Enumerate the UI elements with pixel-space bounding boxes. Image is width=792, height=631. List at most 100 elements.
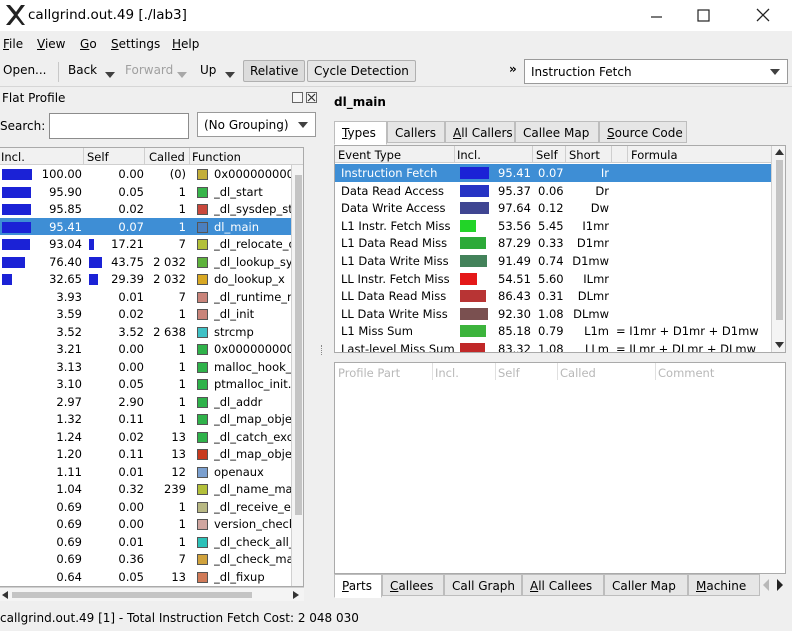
table-row[interactable]: L1 Instr. Fetch Miss 53.56 5.45 I1mr [335, 217, 771, 235]
tab-callers[interactable]: Callers [387, 121, 445, 143]
col-called[interactable]: Called [560, 366, 596, 380]
table-row[interactable]: 0.69 0.00 1 _dl_receive_error [0, 498, 303, 516]
close-button[interactable] [740, 3, 786, 29]
table-row[interactable]: 95.90 0.05 1 _dl_start [0, 183, 303, 201]
tab-machine[interactable]: Machine [688, 574, 760, 596]
col-self[interactable]: Self [87, 150, 109, 164]
cycle-detection-toggle[interactable]: Cycle Detection [307, 60, 416, 82]
col-function[interactable]: Function [192, 150, 241, 164]
table-row[interactable]: LL Instr. Fetch Miss 54.51 5.60 ILmr [335, 270, 771, 288]
flat-horizontal-scrollbar[interactable] [0, 587, 304, 601]
tab-source-code[interactable]: Source Code [599, 121, 687, 143]
table-row[interactable]: 3.93 0.01 7 _dl_runtime_resolve [0, 288, 303, 306]
minimize-button[interactable] [634, 3, 680, 29]
tab-scroll-right-icon[interactable] [775, 578, 785, 592]
back-button[interactable]: Back [68, 63, 97, 77]
table-row[interactable]: 1.04 0.32 239 _dl_name_match_p [0, 480, 303, 498]
up-dropdown[interactable] [225, 67, 235, 81]
tab-callees[interactable]: Callees [382, 574, 444, 596]
table-row[interactable]: 3.59 0.02 1 _dl_init [0, 305, 303, 323]
table-row[interactable]: 95.41 0.07 1 dl_main [0, 217, 303, 235]
scroll-thumb[interactable] [12, 592, 252, 598]
profile-parts-table[interactable]: Profile Part Incl. Self Called Comment [334, 362, 786, 574]
table-row[interactable]: 0.69 0.01 1 _dl_check_all_versions [0, 533, 303, 551]
tab-scroll-left-icon[interactable] [761, 578, 771, 592]
col-formula[interactable]: Formula [631, 148, 678, 162]
function-name: _dl_relocate_object [214, 237, 302, 251]
panel-splitter[interactable] [306, 89, 328, 609]
table-row[interactable]: 93.04 17.21 7 _dl_relocate_object [0, 235, 303, 253]
grouping-select[interactable]: (No Grouping) [197, 112, 316, 137]
table-row[interactable]: 3.52 3.52 2 638 strcmp [0, 323, 303, 341]
col-self[interactable]: Self [498, 366, 520, 380]
tab-all-callers[interactable]: All Callers [445, 121, 515, 143]
table-row[interactable]: 1.20 0.11 13 _dl_map_object [0, 445, 303, 463]
relative-toggle[interactable]: Relative [243, 60, 306, 82]
table-row[interactable]: LL Data Read Miss 86.43 0.31 DLmr [335, 287, 771, 305]
flat-vertical-scrollbar[interactable] [291, 165, 303, 586]
maximize-button[interactable] [680, 3, 726, 29]
table-row[interactable]: Last-level Miss Sum 83.32 1.08 LLm = ILmr + … [335, 340, 771, 352]
open-button[interactable]: Open... [3, 63, 47, 77]
forward-dropdown[interactable] [177, 67, 187, 81]
types-vertical-scrollbar[interactable] [771, 146, 785, 352]
tab-parts[interactable]: Parts [334, 574, 382, 598]
table-row[interactable]: L1 Miss Sum 85.18 0.79 L1m = I1mr + D1mr + D… [335, 322, 771, 340]
tab-all-callees[interactable]: All Callees [522, 574, 604, 596]
menu-go[interactable]: Go [80, 37, 97, 51]
scroll-down-icon[interactable] [775, 342, 784, 348]
scroll-thumb[interactable] [295, 175, 302, 515]
menu-view[interactable]: View [37, 37, 65, 51]
search-input[interactable] [49, 113, 189, 139]
table-row[interactable]: 3.21 0.00 1 0x0000000000001050 [0, 340, 303, 358]
event-types-table[interactable]: Event Type Incl. Self Short Formula Inst… [334, 145, 786, 353]
table-row[interactable]: L1 Data Write Miss 91.49 0.74 D1mw [335, 252, 771, 270]
scroll-up-icon[interactable] [775, 149, 784, 155]
tab-call-graph[interactable]: Call Graph [444, 574, 522, 596]
table-row[interactable]: 1.32 0.11 1 _dl_map_object_deps [0, 410, 303, 428]
table-row[interactable]: 2.97 2.90 1 _dl_addr [0, 393, 303, 411]
table-row[interactable]: 0.64 0.05 13 _dl_fixup [0, 568, 303, 586]
table-row[interactable]: 95.85 0.02 1 _dl_sysdep_start [0, 200, 303, 218]
scroll-thumb[interactable] [776, 160, 783, 320]
tab-caller-map[interactable]: Caller Map [604, 574, 688, 596]
table-row[interactable]: 32.65 29.39 2 032 do_lookup_x [0, 270, 303, 288]
table-row[interactable]: 100.00 0.00 (0) 0x0000000000001090 [0, 165, 303, 183]
table-row[interactable]: L1 Data Read Miss 87.29 0.33 D1mr [335, 234, 771, 252]
tab-callee-map[interactable]: Callee Map [515, 121, 599, 143]
menu-file[interactable]: File [3, 37, 23, 51]
forward-button[interactable]: Forward [125, 63, 173, 77]
col-incl[interactable]: Incl. [1, 150, 25, 164]
table-row[interactable]: Instruction Fetch 95.41 0.07 Ir [335, 164, 771, 182]
menu-settings[interactable]: Settings [111, 37, 160, 51]
event-type-select[interactable]: Instruction Fetch [524, 59, 788, 84]
table-row[interactable]: LL Data Write Miss 92.30 1.08 DLmw [335, 305, 771, 323]
table-row[interactable]: 1.11 0.01 12 openaux [0, 463, 303, 481]
table-row[interactable]: 0.69 0.36 7 _dl_check_map_versions [0, 550, 303, 568]
table-row[interactable]: 0.69 0.00 1 version_check_doit [0, 515, 303, 533]
back-dropdown[interactable] [105, 67, 115, 81]
col-short[interactable]: Short [569, 148, 600, 162]
up-button[interactable]: Up [200, 63, 216, 77]
scroll-left-icon[interactable] [2, 591, 8, 599]
col-called[interactable]: Called [149, 150, 185, 164]
table-row[interactable]: Data Read Access 95.37 0.06 Dr [335, 182, 771, 200]
menu-help[interactable]: Help [172, 37, 199, 51]
col-incl[interactable]: Incl. [435, 366, 459, 380]
table-row[interactable]: 76.40 43.75 2 032 _dl_lookup_symbol_x [0, 253, 303, 271]
table-row[interactable]: 3.13 0.00 1 malloc_hook_ini [0, 358, 303, 376]
table-row[interactable]: 1.24 0.02 13 _dl_catch_exception [0, 428, 303, 446]
tab-types[interactable]: Types [334, 121, 387, 145]
table-row[interactable]: 3.10 0.05 1 ptmalloc_init.part.0 [0, 375, 303, 393]
scroll-right-icon[interactable] [293, 591, 299, 599]
table-row[interactable]: Data Write Access 97.64 0.12 Dw [335, 199, 771, 217]
col-event-type[interactable]: Event Type [338, 148, 401, 162]
float-panel-button[interactable] [292, 92, 303, 103]
event-incl-value: 86.43 [498, 289, 531, 304]
col-self[interactable]: Self [536, 148, 558, 162]
toolbar-extension-button[interactable]: » [509, 62, 517, 76]
col-comment[interactable]: Comment [658, 366, 714, 380]
col-profile-part[interactable]: Profile Part [338, 366, 400, 380]
flat-profile-list[interactable]: Incl. Self Called Function 100.00 0.00 (0)… [0, 147, 304, 587]
col-incl[interactable]: Incl. [457, 148, 481, 162]
